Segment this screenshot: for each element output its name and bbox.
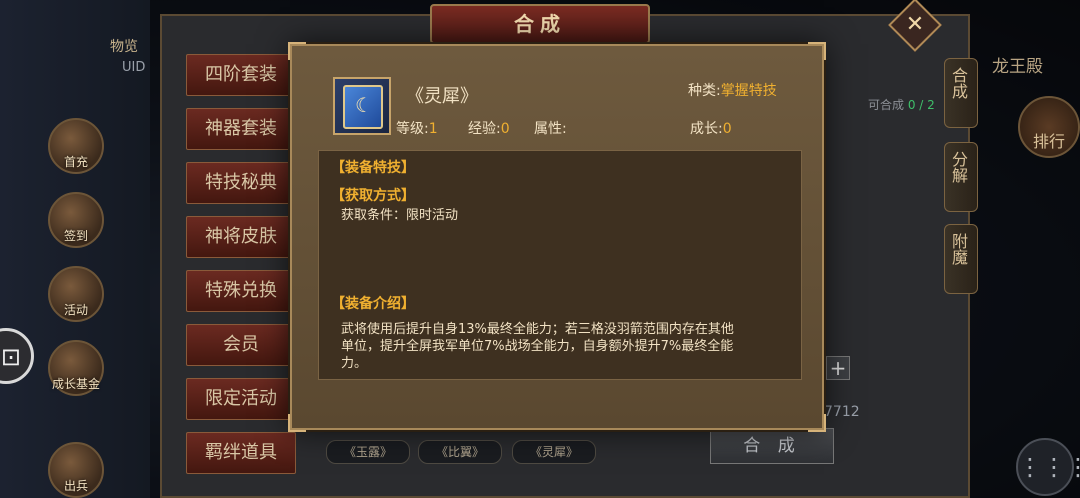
- location-title: 龙王殿: [992, 57, 1043, 77]
- slot-label-yulu[interactable]: 《玉露》: [326, 440, 410, 464]
- intro-line-1: 武将使用后提升自身13%最终全能力；若三格没羽箭范围内存在其他: [341, 322, 734, 337]
- sign-in-button[interactable]: 签到: [48, 192, 104, 248]
- plus-button[interactable]: +: [826, 356, 850, 380]
- menu-item-general-skin[interactable]: 神将皮肤: [186, 216, 296, 258]
- slot-label-biyi[interactable]: 《比翼》: [418, 440, 502, 464]
- more-icon: ⋮⋮⋮: [1018, 453, 1080, 481]
- level-stat: 等级:1: [396, 121, 438, 137]
- dispatch-button[interactable]: 出兵: [48, 442, 104, 498]
- menu-item-tier4-set[interactable]: 四阶套装: [186, 54, 296, 96]
- tab-synthesize[interactable]: 合成: [944, 58, 978, 128]
- corner-ornament: [808, 414, 826, 432]
- panel-title-bar: 合成: [430, 4, 650, 44]
- item-detail-modal: 《灵犀》 种类:掌握特技 等级:1 经验:0 属性: 成长:0 【装备特技】 【…: [288, 42, 826, 432]
- item-kind: 种类:掌握特技: [688, 83, 777, 99]
- menu-item-special-exchange[interactable]: 特殊兑换: [186, 270, 296, 312]
- attr-stat: 属性:: [534, 121, 567, 137]
- skill-book-icon: [343, 85, 383, 129]
- menu-item-artifact-set[interactable]: 神器套装: [186, 108, 296, 150]
- growth-stat: 成长:0: [690, 121, 732, 137]
- corner-ornament: [288, 42, 306, 60]
- tool-icon: ⊡: [0, 343, 21, 371]
- can-merge-status: 可合成 0 / 2: [868, 98, 935, 112]
- growth-fund-button[interactable]: 成长基金: [48, 340, 104, 396]
- resource-count: 7712: [824, 404, 860, 420]
- section-obtain-way: 【获取方式】: [331, 188, 415, 204]
- more-menu-button[interactable]: ⋮⋮⋮: [1016, 438, 1080, 496]
- activity-button[interactable]: 活动: [48, 266, 104, 322]
- close-icon: ✕: [905, 12, 925, 37]
- section-equip-skill: 【装备特技】: [331, 160, 415, 176]
- merge-button[interactable]: 合 成: [710, 428, 834, 464]
- tab-decompose[interactable]: 分解: [944, 142, 978, 212]
- intro-line-2: 单位，提升全屏我军单位7%战场全能力，自身额外提升7%最终全能: [341, 339, 734, 354]
- player-uid-label: UID: [122, 60, 146, 75]
- intro-line-3: 力。: [341, 356, 368, 371]
- exp-stat: 经验:0: [468, 121, 510, 137]
- menu-item-skill-book[interactable]: 特技秘典: [186, 162, 296, 204]
- menu-item-membership[interactable]: 会员: [186, 324, 296, 366]
- item-info-box: 【装备特技】 【获取方式】 获取条件：限时活动 【装备介绍】 武将使用后提升自身…: [318, 150, 802, 380]
- corner-ornament: [288, 414, 306, 432]
- obtain-condition: 获取条件：限时活动: [341, 208, 459, 223]
- item-icon: [333, 77, 391, 135]
- player-name: 物览: [110, 39, 138, 55]
- slot-label-lingxi[interactable]: 《灵犀》: [512, 440, 596, 464]
- corner-ornament: [808, 42, 826, 60]
- first-recharge-button[interactable]: 首充: [48, 118, 104, 174]
- item-name: 《灵犀》: [406, 86, 478, 107]
- menu-item-limited-event[interactable]: 限定活动: [186, 378, 296, 420]
- tab-enchant[interactable]: 附魔: [944, 224, 978, 294]
- panel-title: 合成: [514, 12, 566, 36]
- ranking-button[interactable]: 排行: [1018, 96, 1080, 158]
- section-equip-intro: 【装备介绍】: [331, 296, 415, 312]
- menu-item-bond-items[interactable]: 羁绊道具: [186, 432, 296, 474]
